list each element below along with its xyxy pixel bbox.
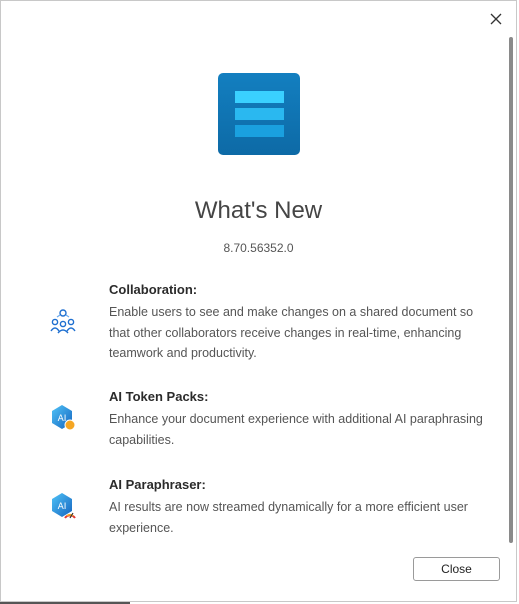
close-icon[interactable] xyxy=(486,9,506,29)
ai-paraphraser-icon: AI xyxy=(48,491,78,521)
feature-heading: Collaboration: xyxy=(109,282,198,297)
version-number: 8.70.56352.0 xyxy=(223,241,294,255)
feature-heading: AI Paraphraser: xyxy=(109,477,206,492)
ai-token-icon: AI xyxy=(48,403,78,433)
collaboration-icon xyxy=(48,306,78,336)
close-button[interactable]: Close xyxy=(413,557,500,581)
logo-bar xyxy=(235,108,284,120)
app-logo xyxy=(218,73,300,155)
svg-text:AI: AI xyxy=(58,414,67,424)
logo-bar xyxy=(235,91,284,103)
feature-description: Enhance your document experience with ad… xyxy=(109,412,483,447)
logo-bar xyxy=(235,125,284,137)
feature-heading: AI Token Packs: xyxy=(109,389,209,404)
whats-new-dialog: What's New 8.70.56352.0 Collaboration: E… xyxy=(0,0,517,602)
feature-description: Enable users to see and make changes on … xyxy=(109,305,474,360)
scrollbar[interactable] xyxy=(509,37,513,543)
page-title: What's New xyxy=(194,197,323,224)
svg-text:AI: AI xyxy=(58,502,67,512)
feature-description: AI results are now streamed dynamically … xyxy=(109,500,468,535)
